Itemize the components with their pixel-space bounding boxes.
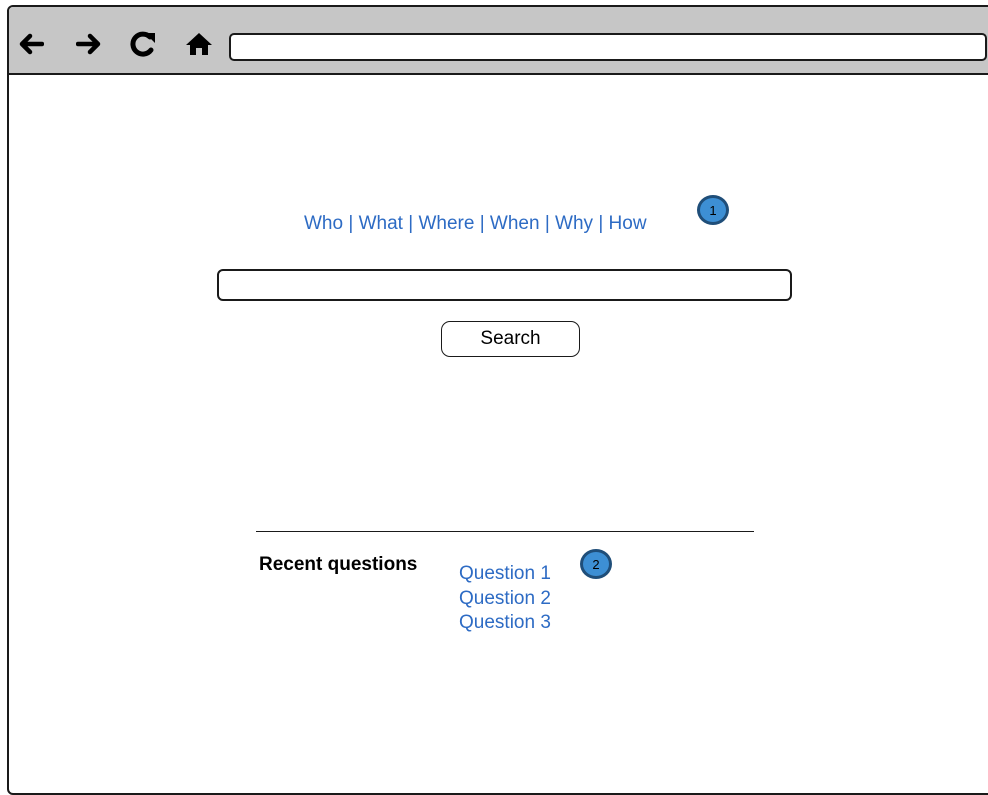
recent-questions-list: Question 1 Question 2 Question 3 (459, 562, 551, 636)
browser-toolbar (9, 7, 988, 75)
back-arrow-icon[interactable] (17, 30, 45, 58)
recent-questions-label: Recent questions (259, 554, 418, 575)
forward-arrow-icon[interactable] (75, 30, 103, 58)
nav-separator: | (598, 213, 604, 234)
section-divider (256, 531, 754, 532)
nav-separator: | (408, 213, 414, 234)
nav-link-why[interactable]: Why (555, 213, 593, 234)
reload-icon[interactable] (129, 30, 157, 58)
nav-separator: | (544, 213, 550, 234)
search-input[interactable] (217, 269, 792, 301)
nav-link-where[interactable]: Where (418, 213, 474, 234)
recent-question-link[interactable]: Question 2 (459, 587, 551, 612)
question-type-nav: Who | What | Where | When | Why | How (304, 213, 647, 235)
callout-badge-2: 2 (580, 549, 612, 579)
search-button[interactable]: Search (441, 321, 580, 357)
recent-question-link[interactable]: Question 1 (459, 562, 551, 587)
nav-separator: | (479, 213, 485, 234)
browser-window: Who | What | Where | When | Why | How 1 … (7, 5, 988, 795)
address-bar[interactable] (229, 33, 987, 61)
nav-link-who[interactable]: Who (304, 213, 343, 234)
nav-link-when[interactable]: When (490, 213, 540, 234)
nav-link-how[interactable]: How (609, 213, 647, 234)
nav-separator: | (348, 213, 354, 234)
home-icon[interactable] (185, 30, 213, 58)
nav-link-what[interactable]: What (359, 213, 403, 234)
recent-question-link[interactable]: Question 3 (459, 611, 551, 636)
callout-badge-1: 1 (697, 195, 729, 225)
